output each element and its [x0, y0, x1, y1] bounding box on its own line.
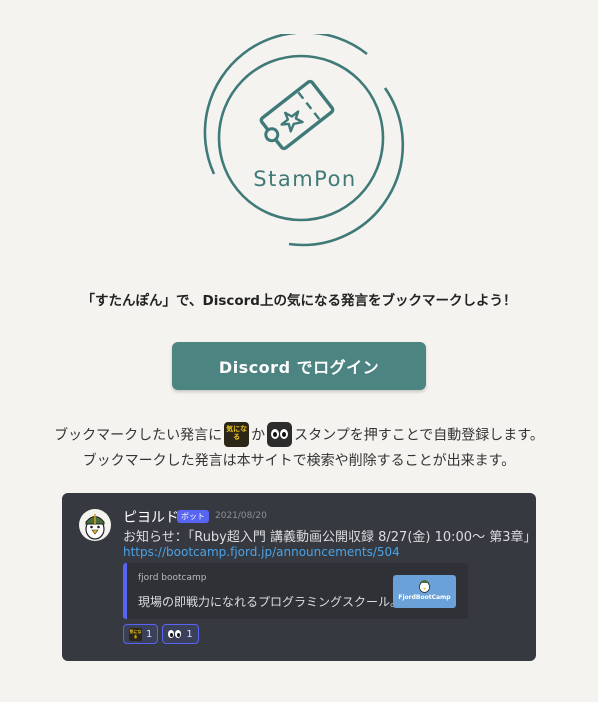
- thumbnail-text: FjordBootCamp: [398, 594, 451, 601]
- embed-provider: fjord bootcamp: [138, 573, 207, 583]
- kiniro-stamp-text: 気になる: [226, 425, 248, 441]
- timestamp: 2021/08/20: [215, 511, 267, 521]
- piyord-bird-icon: [85, 514, 105, 540]
- username[interactable]: ピヨルド: [123, 507, 179, 527]
- ticket-icon: [259, 79, 335, 151]
- embed-description: 現場の即戦力になれるプログラミングスクール。: [138, 595, 403, 609]
- link-embed: fjord bootcamp 現場の即戦力になれるプログラミングスクール。 Fj…: [123, 563, 468, 619]
- description-text: ブックマークしたい発言に: [54, 427, 223, 444]
- embed-thumbnail[interactable]: FjordBootCamp: [393, 575, 456, 608]
- fjord-bird-icon: [419, 580, 430, 593]
- stampon-logo: StamPon: [199, 31, 411, 256]
- kiniro-stamp-icon: 気になる: [129, 627, 142, 641]
- description-or: か: [251, 427, 266, 444]
- discord-message-preview: ピヨルド ボット 2021/08/20 お知らせ：「Ruby超入門 講義動画公開…: [62, 493, 536, 661]
- description-text-after: スタンプを押すことで自動登録します。: [294, 427, 544, 444]
- reaction-count: 1: [186, 628, 193, 640]
- logo-wordmark: StamPon: [253, 167, 357, 191]
- description-line-2: ブックマークした発言は本サイトで検索や削除することが出来ます。: [82, 453, 516, 469]
- description-line-1: ブックマークしたい発言に 気になるか スタンプを押すことで自動登録します。: [0, 422, 598, 447]
- message-text: お知らせ：「Ruby超入門 講義動画公開収録 8/27(金) 10:00〜 第3…: [123, 530, 537, 545]
- bot-badge: ボット: [177, 510, 209, 523]
- discord-login-button[interactable]: Discord でログイン: [172, 342, 426, 390]
- eyes-icon: [168, 628, 182, 640]
- tagline: 「すたんぽん」で、Discord上の気になる発言をブックマークしよう！: [81, 293, 517, 309]
- avatar[interactable]: [79, 509, 111, 541]
- reaction-kiniro[interactable]: 気になる 1: [123, 624, 159, 644]
- eyes-icon: [267, 422, 293, 447]
- message-link[interactable]: https://bootcamp.fjord.jp/announcements/…: [123, 545, 400, 559]
- logo-circle-graphic: [203, 31, 405, 247]
- reaction-count: 1: [146, 628, 153, 640]
- kiniro-stamp-icon: 気になる: [224, 422, 250, 447]
- kiniro-stamp-text: 気になる: [129, 628, 142, 639]
- reaction-eyes[interactable]: 1: [162, 624, 199, 644]
- reactions: 気になる 1 1: [123, 624, 199, 644]
